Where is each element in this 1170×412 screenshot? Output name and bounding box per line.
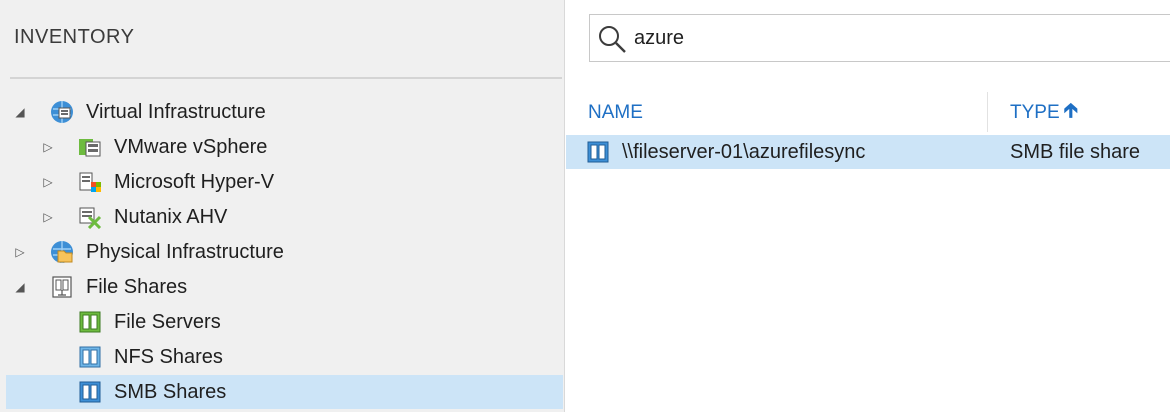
column-header-type-label: TYPE — [1010, 102, 1060, 123]
inventory-separator — [10, 77, 562, 79]
virtual-infrastructure-icon — [51, 101, 73, 123]
tree-item-file-servers[interactable]: File Servers — [6, 305, 563, 339]
tree-item-nutanix-ahv[interactable]: ▷ Nutanix AHV — [6, 200, 563, 234]
cell-name: \\fileserver-01\azurefilesync — [622, 140, 866, 163]
column-header-name-label: NAME — [588, 102, 643, 123]
smb-shares-icon — [79, 381, 101, 403]
physical-infrastructure-icon — [51, 241, 73, 263]
tree-item-file-shares[interactable]: ◢ File Shares — [6, 270, 563, 304]
column-header-name[interactable]: NAME — [588, 96, 643, 130]
column-header-type[interactable]: TYPE 🡱 — [1010, 96, 1078, 130]
sort-ascending-icon: 🡱 — [1063, 100, 1078, 122]
tree-item-smb-shares[interactable]: SMB Shares — [6, 375, 563, 409]
search-icon[interactable] — [596, 23, 628, 55]
inventory-title: INVENTORY — [14, 26, 135, 48]
tree-item-vmware-vsphere[interactable]: ▷ VMware vSphere — [6, 130, 563, 164]
collapse-arrow-icon[interactable]: ◢ — [14, 105, 26, 119]
table-row[interactable]: \\fileserver-01\azurefilesync SMB file s… — [566, 135, 1170, 169]
tree-label-virtual-infrastructure: Virtual Infrastructure — [86, 100, 266, 123]
tree-item-virtual-infrastructure[interactable]: ◢ Virtual Infrastructure — [6, 95, 563, 129]
expand-arrow-icon[interactable]: ▷ — [42, 210, 54, 224]
tree-label-smb-shares: SMB Shares — [114, 380, 227, 403]
nutanix-ahv-icon — [79, 207, 102, 229]
inventory-pane: INVENTORY ◢ Virtual Infrastructure ▷ VMw… — [0, 0, 565, 412]
tree-item-physical-infrastructure[interactable]: ▷ Physical Infrastructure — [6, 235, 563, 269]
cell-type: SMB file share — [1010, 140, 1141, 163]
tree-label-file-shares: File Shares — [86, 275, 188, 298]
file-shares-icon — [52, 276, 72, 298]
expand-arrow-icon[interactable]: ▷ — [14, 245, 26, 259]
tree-item-nfs-shares[interactable]: NFS Shares — [6, 340, 563, 374]
column-divider[interactable] — [987, 92, 988, 132]
collapse-arrow-icon[interactable]: ◢ — [14, 280, 26, 294]
expand-arrow-icon[interactable]: ▷ — [42, 175, 54, 189]
tree-label-hyper-v: Microsoft Hyper-V — [114, 170, 275, 193]
file-servers-icon — [79, 311, 101, 333]
hyper-v-icon — [79, 172, 101, 192]
tree-item-hyper-v[interactable]: ▷ Microsoft Hyper-V — [6, 165, 563, 199]
tree-label-physical-infrastructure: Physical Infrastructure — [86, 240, 284, 263]
nfs-shares-icon — [79, 346, 101, 368]
expand-arrow-icon[interactable]: ▷ — [42, 140, 54, 154]
smb-share-icon — [587, 141, 609, 163]
tree-label-vmware-vsphere: VMware vSphere — [114, 135, 268, 158]
tree-label-nutanix-ahv: Nutanix AHV — [114, 205, 228, 228]
tree-label-file-servers: File Servers — [114, 310, 221, 333]
results-pane: NAME TYPE 🡱 \\fileserver-01\azurefilesyn… — [566, 0, 1170, 412]
vmware-vsphere-icon — [79, 139, 101, 157]
tree-label-nfs-shares: NFS Shares — [114, 345, 223, 368]
search-box[interactable] — [589, 14, 1170, 62]
search-input[interactable] — [634, 23, 1154, 53]
